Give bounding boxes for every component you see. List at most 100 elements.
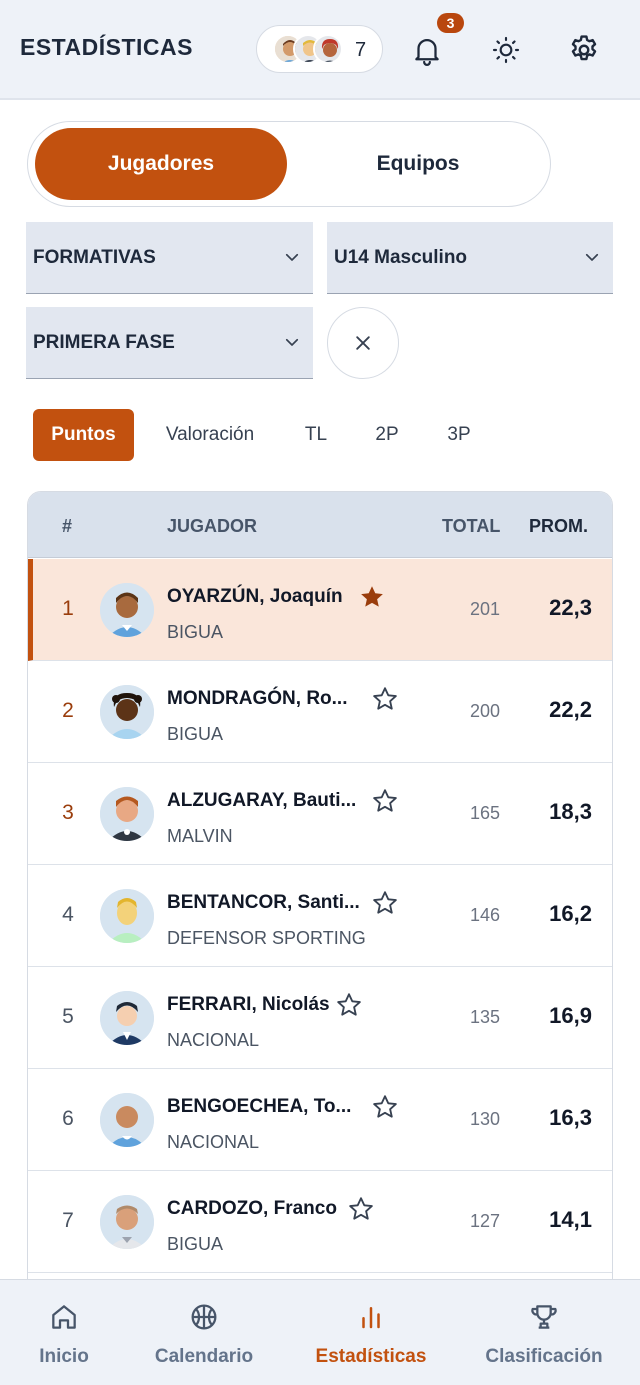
column-average[interactable]: PROM.	[529, 516, 588, 537]
rank-number: 4	[62, 903, 74, 926]
nav-standings-label: Clasificación	[485, 1346, 603, 1367]
player-avatar	[100, 583, 154, 637]
average-value: 16,9	[549, 1003, 592, 1028]
star-outline-icon[interactable]	[371, 1093, 399, 1121]
column-rank: #	[62, 516, 73, 536]
phase-select[interactable]: PRIMERA FASE	[26, 307, 313, 379]
stat-tab-free-throws[interactable]: TL	[294, 409, 338, 461]
basketball-icon	[191, 1304, 217, 1330]
notifications-button[interactable]	[405, 28, 449, 72]
tab-teams[interactable]: Equipos	[290, 128, 546, 200]
player-name: OYARZÚN, Joaquín	[167, 586, 343, 607]
favorite-avatar	[313, 34, 343, 64]
table-header: # JUGADOR TOTAL PROM.	[28, 492, 612, 558]
notifications-badge: 3	[437, 13, 464, 33]
division-select-value: U14 Masculino	[334, 246, 468, 268]
player-avatar	[100, 1195, 154, 1249]
player-name: BENTANCOR, Santi...	[167, 892, 360, 913]
average-value: 18,3	[549, 799, 592, 824]
rank-number: 3	[62, 801, 74, 824]
trophy-icon	[531, 1305, 557, 1329]
player-avatar	[100, 787, 154, 841]
stat-tab-points[interactable]: Puntos	[33, 409, 134, 461]
favorites-pill[interactable]: 7	[256, 25, 383, 73]
star-outline-icon[interactable]	[371, 685, 399, 713]
player-team: NACIONAL	[167, 1132, 260, 1152]
table-row[interactable]: 2 MONDRAGÓN, Ro... BIGUA 200 22,2	[28, 661, 612, 763]
chevron-down-icon	[585, 253, 599, 261]
total-value: 146	[469, 905, 500, 925]
close-icon	[356, 336, 370, 350]
player-name: MONDRAGÓN, Ro...	[167, 688, 348, 709]
rank-number: 7	[62, 1209, 74, 1232]
chevron-down-icon	[285, 338, 299, 346]
rank-number: 5	[62, 1005, 74, 1028]
average-value: 22,3	[549, 595, 592, 620]
table-row[interactable]: 1 OYARZÚN, Joaquín BIGUA 201 22,3	[28, 559, 612, 661]
nav-home[interactable]: Inicio	[20, 1280, 108, 1385]
player-team: DEFENSOR SPORTING	[167, 928, 366, 948]
player-avatar	[100, 889, 154, 943]
theme-toggle-button[interactable]	[484, 28, 528, 72]
rank-number: 6	[62, 1107, 74, 1130]
column-player[interactable]: JUGADOR	[167, 516, 257, 537]
total-value: 201	[469, 599, 500, 619]
total-value: 130	[469, 1109, 500, 1129]
player-avatar	[100, 1093, 154, 1147]
average-value: 16,3	[549, 1105, 592, 1130]
category-select-value: FORMATIVAS	[33, 246, 156, 268]
star-filled-icon[interactable]	[358, 583, 386, 611]
nav-stats[interactable]: Estadísticas	[312, 1280, 430, 1385]
chevron-down-icon	[285, 253, 299, 261]
clear-filters-button[interactable]	[327, 307, 399, 379]
page-title: ESTADÍSTICAS	[20, 34, 193, 60]
table-row[interactable]: 7 CARDOZO, Franco BIGUA 127 14,1	[28, 1171, 612, 1273]
player-avatar	[100, 685, 154, 739]
nav-home-label: Inicio	[39, 1346, 89, 1367]
player-team: NACIONAL	[167, 1030, 260, 1050]
player-name: BENGOECHEA, To...	[167, 1096, 352, 1117]
rank-number: 1	[62, 597, 74, 620]
average-value: 16,2	[549, 901, 592, 926]
stat-tab-three-pointers[interactable]: 3P	[437, 409, 481, 461]
stat-tab-rating[interactable]: Valoración	[152, 409, 268, 461]
table-row[interactable]: 3 ALZUGARAY, Bauti... MALVIN 165 18,3	[28, 763, 612, 865]
bottom-navigation: Inicio Calendario Estadísticas Clasifica…	[0, 1279, 640, 1385]
sun-icon	[492, 36, 520, 64]
favorites-count: 7	[355, 39, 367, 61]
player-name: CARDOZO, Franco	[167, 1198, 337, 1219]
bell-icon	[415, 39, 439, 66]
phase-select-value: PRIMERA FASE	[33, 331, 175, 353]
bar-chart-icon	[362, 1307, 380, 1329]
table-row[interactable]: 4 BENTANCOR, Santi... DEFENSOR SPORTING …	[28, 865, 612, 967]
nav-calendar[interactable]: Calendario	[150, 1280, 258, 1385]
settings-button[interactable]	[562, 28, 606, 72]
app-header: ESTADÍSTICAS 7 3	[0, 0, 640, 100]
average-value: 22,2	[549, 697, 592, 722]
star-outline-icon[interactable]	[371, 787, 399, 815]
category-select[interactable]: FORMATIVAS	[26, 222, 313, 294]
star-outline-icon[interactable]	[347, 1195, 375, 1223]
total-value: 135	[469, 1007, 500, 1027]
stat-tab-two-pointers[interactable]: 2P	[366, 409, 408, 461]
star-outline-icon[interactable]	[335, 991, 363, 1019]
table-row[interactable]: 6 BENGOECHEA, To... NACIONAL 130 16,3	[28, 1069, 612, 1171]
column-total[interactable]: TOTAL	[442, 516, 500, 537]
player-name: ALZUGARAY, Bauti...	[167, 790, 357, 811]
division-select[interactable]: U14 Masculino	[327, 222, 613, 294]
player-team: BIGUA	[167, 724, 224, 744]
player-team: BIGUA	[167, 1234, 224, 1254]
tab-players[interactable]: Jugadores	[35, 128, 287, 200]
average-value: 14,1	[549, 1207, 592, 1232]
player-avatar	[100, 991, 154, 1045]
home-icon	[52, 1305, 76, 1329]
player-team: BIGUA	[167, 622, 224, 642]
total-value: 127	[469, 1211, 500, 1231]
gear-icon	[571, 35, 597, 61]
player-name: FERRARI, Nicolás	[167, 994, 330, 1015]
nav-standings[interactable]: Clasificación	[482, 1280, 606, 1385]
star-outline-icon[interactable]	[371, 889, 399, 917]
nav-calendar-label: Calendario	[154, 1346, 254, 1367]
table-row[interactable]: 5 FERRARI, Nicolás NACIONAL 135 16,9	[28, 967, 612, 1069]
nav-stats-label: Estadísticas	[315, 1346, 427, 1367]
